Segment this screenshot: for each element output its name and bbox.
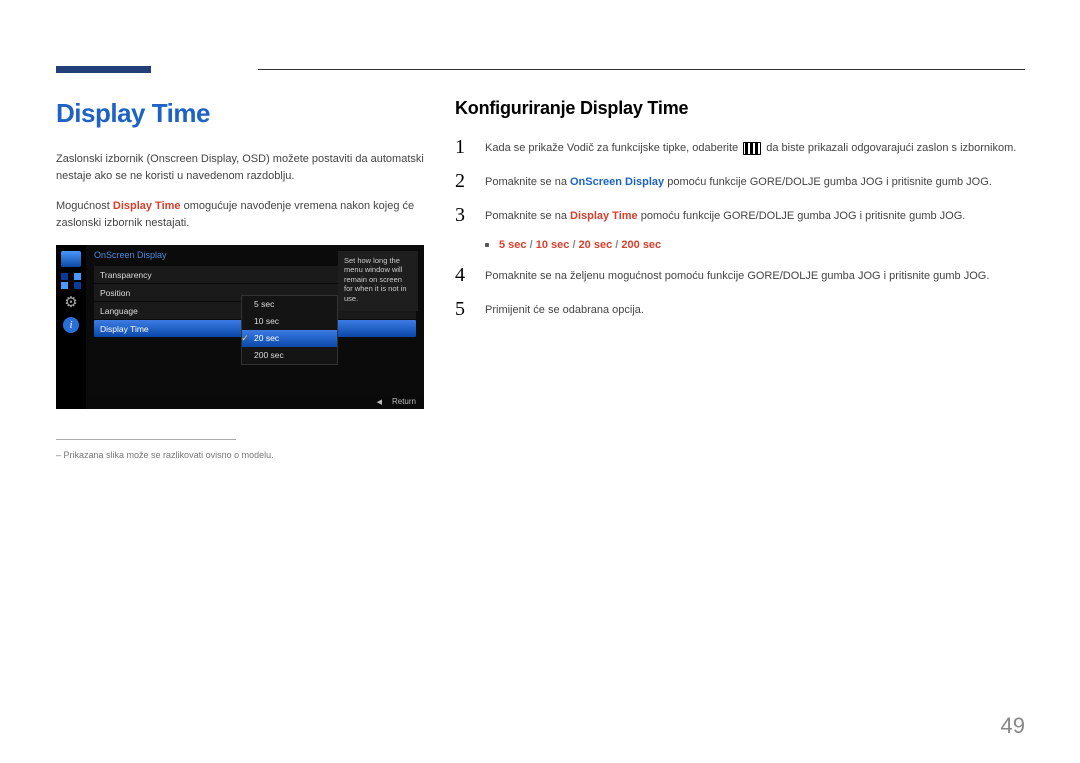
step-body: Primijenit će se odabrana opcija. xyxy=(485,299,644,319)
step-1: 1 Kada se prikaže Vodič za funkcijske ti… xyxy=(455,137,1025,157)
picture-tab-icon xyxy=(61,251,81,267)
step-body: Pomaknite se na OnScreen Display pomoću … xyxy=(485,171,992,191)
step-4: 4 Pomaknite se na željenu mogućnost pomo… xyxy=(455,265,1025,285)
page-number: 49 xyxy=(1001,713,1025,739)
footnote: Prikazana slika može se razlikovati ovis… xyxy=(56,450,424,460)
p2-pre: Mogućnost xyxy=(56,200,113,212)
submenu-opt-20s: 20 sec xyxy=(242,330,337,347)
step2-pre: Pomaknite se na xyxy=(485,176,570,188)
step3-pre: Pomaknite se na xyxy=(485,210,570,222)
step3-term: Display Time xyxy=(570,210,638,222)
opt-5s: 5 sec xyxy=(499,239,527,251)
osd-submenu: 5 sec 10 sec 20 sec 200 sec xyxy=(241,295,338,365)
submenu-opt-10s: 10 sec xyxy=(242,313,337,330)
opt-10s: 10 sec xyxy=(536,239,570,251)
step-number: 4 xyxy=(455,265,469,285)
options-values: 5 sec / 10 sec / 20 sec / 200 sec xyxy=(499,239,661,251)
step3-post: pomoću funkcije GORE/DOLJE gumba JOG i p… xyxy=(638,210,966,222)
step-body: Kada se prikaže Vodič za funkcijske tipk… xyxy=(485,137,1016,157)
menu-label: Position xyxy=(100,288,130,298)
step-number: 5 xyxy=(455,299,469,319)
bullet-icon xyxy=(485,243,489,247)
step1-post: da biste prikazali odgovarajući zaslon s… xyxy=(763,142,1016,154)
step-5: 5 Primijenit će se odabrana opcija. xyxy=(455,299,1025,319)
header-accent-bar xyxy=(56,66,151,73)
menu-label: Language xyxy=(100,306,138,316)
step-body: Pomaknite se na Display Time pomoću funk… xyxy=(485,205,965,225)
opt-200s: 200 sec xyxy=(621,239,661,251)
right-column: Konfiguriranje Display Time 1 Kada se pr… xyxy=(455,98,1025,333)
menu-icon xyxy=(743,143,761,154)
step-number: 2 xyxy=(455,171,469,191)
options-line: 5 sec / 10 sec / 20 sec / 200 sec xyxy=(485,239,1025,251)
step1-pre: Kada se prikaže Vodič za funkcijske tipk… xyxy=(485,142,741,154)
osd-sidebar: ⚙ i xyxy=(56,245,86,409)
menu-label: Transparency xyxy=(100,270,152,280)
settings-tab-icon: ⚙ xyxy=(61,295,81,311)
step-number: 1 xyxy=(455,137,469,157)
step-3: 3 Pomaknite se na Display Time pomoću fu… xyxy=(455,205,1025,225)
back-arrow-icon: ◀ xyxy=(377,399,382,406)
section-title: Display Time xyxy=(56,98,424,129)
step-number: 3 xyxy=(455,205,469,225)
opt-20s: 20 sec xyxy=(579,239,613,251)
step-2: 2 Pomaknite se na OnScreen Display pomoć… xyxy=(455,171,1025,191)
config-title: Konfiguriranje Display Time xyxy=(455,98,1025,119)
left-column: Display Time Zaslonski izbornik (Onscree… xyxy=(56,98,424,460)
osd-help-text: Set how long the menu window will remain… xyxy=(338,251,418,311)
footnote-rule xyxy=(56,439,236,440)
osd-body: OnScreen Display Transparency On Positio… xyxy=(86,245,424,395)
step-body: Pomaknite se na željenu mogućnost pomoću… xyxy=(485,265,989,285)
pip-tab-icon xyxy=(61,273,81,289)
osd-footer: ◀ Return xyxy=(86,395,424,409)
step2-term: OnScreen Display xyxy=(570,176,664,188)
intro-paragraph-1: Zaslonski izbornik (Onscreen Display, OS… xyxy=(56,151,424,184)
p2-term: Display Time xyxy=(113,200,181,212)
step2-post: pomoću funkcije GORE/DOLJE gumba JOG i p… xyxy=(664,176,992,188)
osd-screenshot: ⚙ i OnScreen Display Transparency On Pos… xyxy=(56,245,424,409)
menu-label: Display Time xyxy=(100,324,149,334)
info-tab-icon: i xyxy=(63,317,79,333)
submenu-opt-5s: 5 sec xyxy=(242,296,337,313)
submenu-opt-200s: 200 sec xyxy=(242,347,337,364)
intro-paragraph-2: Mogućnost Display Time omogućuje navođen… xyxy=(56,198,424,231)
header-rule xyxy=(258,69,1025,70)
osd-return-label: Return xyxy=(392,397,416,406)
